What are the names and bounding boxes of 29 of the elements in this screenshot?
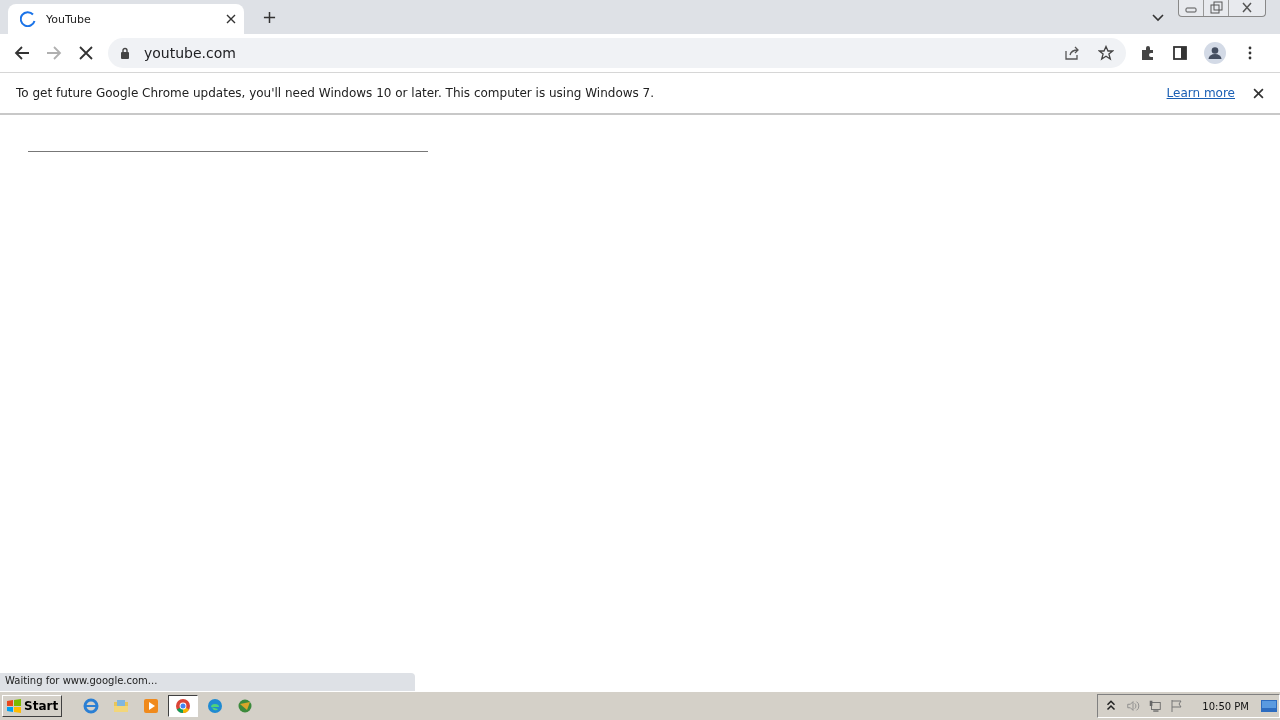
puzzle-icon[interactable] xyxy=(1140,45,1156,61)
taskbar-button[interactable] xyxy=(168,695,199,717)
globe-e-icon xyxy=(83,698,100,714)
profile-avatar-icon[interactable] xyxy=(1204,42,1226,64)
back-arrow-icon[interactable] xyxy=(14,45,30,61)
chevron-down-icon[interactable] xyxy=(1152,14,1164,22)
tab-title: YouTube xyxy=(46,12,92,26)
side-panel-icon[interactable] xyxy=(1172,45,1188,61)
browser-tab[interactable]: YouTube xyxy=(8,4,244,34)
star-icon[interactable] xyxy=(1098,45,1114,61)
close-icon[interactable] xyxy=(1253,87,1264,99)
start-button[interactable]: Start xyxy=(2,695,63,717)
lock-icon xyxy=(120,47,130,59)
infobar-message: To get future Google Chrome updates, you'll need Windows 10 or later. This computer is using Windows 7. xyxy=(16,86,655,100)
chrome-icon xyxy=(175,698,192,714)
edge-icon xyxy=(207,698,224,714)
address-bar[interactable]: youtube.com xyxy=(108,38,1126,68)
learn-more-link[interactable]: Learn more xyxy=(1166,86,1235,100)
status-bubble: Waiting for www.google.com... xyxy=(0,673,415,691)
new-tab-icon[interactable] xyxy=(263,11,276,24)
media-player-icon xyxy=(143,698,160,714)
folder-icon xyxy=(113,698,130,714)
share-icon[interactable] xyxy=(1064,45,1080,61)
windows-logo-icon xyxy=(6,699,22,713)
stop-icon[interactable] xyxy=(78,45,94,61)
clock[interactable]: 10:50 PM xyxy=(1202,700,1249,712)
network-icon[interactable] xyxy=(1148,699,1163,713)
close-icon[interactable] xyxy=(226,14,236,24)
globe-icon xyxy=(237,698,254,714)
